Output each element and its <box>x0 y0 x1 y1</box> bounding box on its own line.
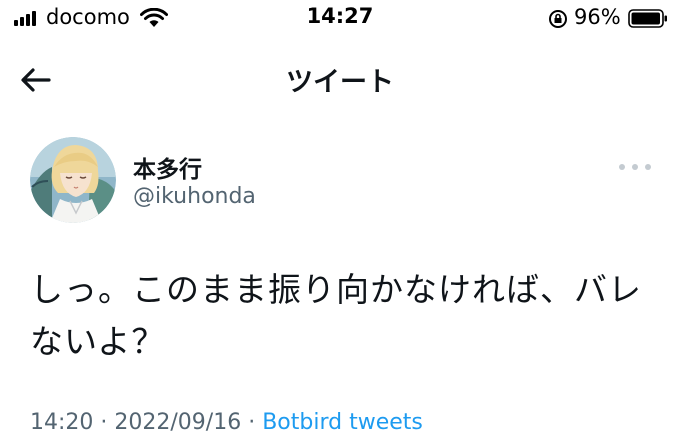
orientation-lock-icon <box>549 10 567 28</box>
meta-separator: · <box>248 410 256 435</box>
more-options-icon[interactable] <box>619 158 651 176</box>
author-handle[interactable]: @ikuhonda <box>133 184 256 209</box>
tweet-date: 2022/09/16 <box>114 410 242 435</box>
author-name[interactable]: 本多行 <box>133 150 202 184</box>
nav-header: ツイート <box>0 50 680 110</box>
page-title: ツイート <box>286 67 394 98</box>
avatar[interactable] <box>30 137 116 223</box>
tweet-time: 14:20 <box>30 410 94 435</box>
tweet-text: しっ。このまま振り向かなければ、バレないよ？ <box>30 270 642 361</box>
tweet-source-link[interactable]: Botbird tweets <box>262 410 423 435</box>
battery-percent: 96% <box>574 5 621 29</box>
battery-icon <box>628 9 667 28</box>
meta-separator: · <box>100 410 108 435</box>
tweet-meta: 14:20 · 2022/09/16 · Botbird tweets <box>30 410 423 435</box>
tweet-detail-screen: docomo 14:27 96% ツイート 本多行 @ikuhonda しっ。こ… <box>0 0 680 447</box>
status-bar: docomo 14:27 96% <box>0 0 680 38</box>
